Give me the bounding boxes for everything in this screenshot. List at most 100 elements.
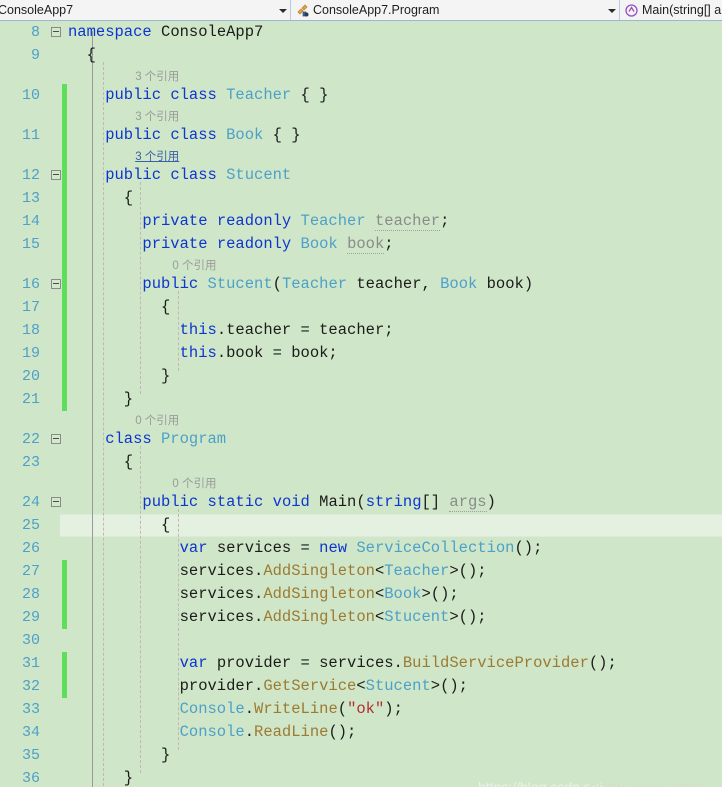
code-text[interactable]: var provider = services.BuildServiceProv…	[68, 652, 617, 675]
code-text[interactable]: this.book = book;	[68, 342, 338, 365]
code-line[interactable]: 11 public class Book { }	[0, 124, 722, 147]
collapse-outline-icon[interactable]	[51, 170, 61, 180]
class-dropdown[interactable]: ConsoleApp7.Program	[291, 0, 620, 20]
code-line[interactable]: 29 services.AddSingleton<Stucent>();	[0, 606, 722, 629]
chevron-down-icon[interactable]	[276, 0, 290, 20]
outlining-column[interactable]	[46, 491, 68, 514]
code-line[interactable]: 26 var services = new ServiceCollection()…	[0, 537, 722, 560]
code-line[interactable]: 34 Console.ReadLine();	[0, 721, 722, 744]
code-line[interactable]: 27 services.AddSingleton<Teacher>();	[0, 560, 722, 583]
code-text[interactable]: public class Stucent	[68, 164, 291, 187]
code-text[interactable]: {	[68, 451, 133, 474]
member-dropdown[interactable]: Main(string[] a	[620, 0, 722, 20]
codelens-reference-count[interactable]: 3 个引用	[135, 148, 179, 164]
code-line[interactable]: 35}	[0, 744, 722, 767]
code-text[interactable]: Console.WriteLine("ok");	[68, 698, 403, 721]
outlining-column[interactable]	[46, 698, 68, 721]
outlining-column[interactable]	[46, 537, 68, 560]
code-text[interactable]: }	[68, 388, 133, 411]
line-number: 28	[21, 586, 40, 603]
code-text[interactable]: public class Teacher { }	[68, 84, 328, 107]
code-token: "ok"	[347, 700, 385, 718]
code-text[interactable]: class Program	[68, 428, 226, 451]
outlining-column[interactable]	[46, 21, 68, 44]
code-line[interactable]: 30	[0, 629, 722, 652]
code-line[interactable]: 25 {	[0, 514, 722, 537]
code-token: ;	[384, 235, 394, 253]
code-line[interactable]: 19 this.book = book;	[0, 342, 722, 365]
outlining-column[interactable]	[46, 767, 68, 787]
code-line[interactable]: 18 this.teacher = teacher;	[0, 319, 722, 342]
code-text[interactable]: }	[68, 365, 170, 388]
code-line[interactable]: 21}	[0, 388, 722, 411]
collapse-outline-icon[interactable]	[51, 27, 61, 37]
code-text[interactable]: services.AddSingleton<Book>();	[68, 583, 459, 606]
code-line[interactable]: 17 {	[0, 296, 722, 319]
code-token: GetService	[263, 677, 357, 695]
line-number: 12	[21, 167, 40, 184]
outlining-column[interactable]	[46, 514, 68, 537]
code-text[interactable]: var services = new ServiceCollection();	[68, 537, 543, 560]
code-line[interactable]: 9{	[0, 44, 722, 67]
code-text[interactable]: services.AddSingleton<Teacher>();	[68, 560, 487, 583]
code-editor[interactable]: 8 namespace ConsoleApp7 9{3 个引用 10 public cl…	[0, 21, 722, 787]
collapse-outline-icon[interactable]	[51, 279, 61, 289]
line-number: 13	[21, 190, 40, 207]
code-text[interactable]: {	[68, 187, 133, 210]
codelens-reference-count[interactable]: 0 个引用	[172, 475, 216, 491]
code-text[interactable]: private readonly Teacher teacher;	[68, 210, 449, 233]
code-line[interactable]: 32 provider.GetService<Stucent>();	[0, 675, 722, 698]
code-line[interactable]: 14 private readonly Teacher teacher;	[0, 210, 722, 233]
code-text[interactable]: {	[68, 44, 96, 67]
codelens-reference-count[interactable]: 3 个引用	[135, 108, 179, 124]
code-text[interactable]: services.AddSingleton<Stucent>();	[68, 606, 487, 629]
code-line[interactable]: 22 class Program	[0, 428, 722, 451]
code-line[interactable]: 20}	[0, 365, 722, 388]
code-line[interactable]: 13 {	[0, 187, 722, 210]
code-text[interactable]: }	[68, 767, 133, 787]
navigation-bar: ConsoleApp7 ConsoleApp7.Program Main(str…	[0, 0, 722, 21]
outlining-column[interactable]	[46, 721, 68, 744]
code-line[interactable]: 24 public static void Main(string[] args)	[0, 491, 722, 514]
code-text[interactable]: provider.GetService<Stucent>();	[68, 675, 468, 698]
code-text[interactable]: namespace ConsoleApp7	[68, 21, 263, 44]
code-line[interactable]: 28 services.AddSingleton<Book>();	[0, 583, 722, 606]
code-line[interactable]: 16 public Stucent(Teacher teacher, Book b…	[0, 273, 722, 296]
code-line[interactable]: 33 Console.WriteLine("ok");	[0, 698, 722, 721]
outlining-column[interactable]	[46, 451, 68, 474]
collapse-outline-icon[interactable]	[51, 434, 61, 444]
code-token: public	[105, 166, 171, 184]
code-token: <	[374, 562, 385, 580]
line-number: 31	[21, 655, 40, 672]
code-line[interactable]: 12 public class Stucent	[0, 164, 722, 187]
project-dropdown[interactable]: ConsoleApp7	[0, 0, 291, 20]
code-text[interactable]: this.teacher = teacher;	[68, 319, 394, 342]
chevron-down-icon[interactable]	[605, 0, 619, 20]
code-text[interactable]: {	[68, 514, 170, 537]
code-text[interactable]: public class Book { }	[68, 124, 300, 147]
code-text[interactable]: public static void Main(string[] args)	[68, 491, 496, 514]
outlining-column[interactable]	[46, 744, 68, 767]
code-text[interactable]: private readonly Book book;	[68, 233, 394, 256]
code-token: AddSingleton	[263, 608, 375, 626]
code-line[interactable]: 10 public class Teacher { }	[0, 84, 722, 107]
code-lines-container[interactable]: 8 namespace ConsoleApp7 9{3 个引用 10 public cl…	[0, 21, 722, 787]
codelens-reference-count[interactable]: 3 个引用	[135, 68, 179, 84]
outlining-column[interactable]	[46, 44, 68, 67]
codelens-reference-count[interactable]: 0 个引用	[135, 412, 179, 428]
outlining-column[interactable]	[46, 629, 68, 652]
code-line[interactable]: 15 private readonly Book book;	[0, 233, 722, 256]
code-line[interactable]: 31 var provider = services.BuildServicePr…	[0, 652, 722, 675]
code-token: new	[319, 539, 357, 557]
code-token: book	[347, 235, 385, 254]
code-text[interactable]: Console.ReadLine();	[68, 721, 357, 744]
codelens-reference-count[interactable]: 0 个引用	[172, 257, 216, 273]
code-token: string	[365, 493, 422, 511]
code-line[interactable]: 8 namespace ConsoleApp7	[0, 21, 722, 44]
code-line[interactable]: 23 {	[0, 451, 722, 474]
outlining-column[interactable]	[46, 428, 68, 451]
code-text[interactable]: }	[68, 744, 170, 767]
collapse-outline-icon[interactable]	[51, 497, 61, 507]
code-text[interactable]: {	[68, 296, 170, 319]
code-text[interactable]: public Stucent(Teacher teacher, Book boo…	[68, 273, 533, 296]
